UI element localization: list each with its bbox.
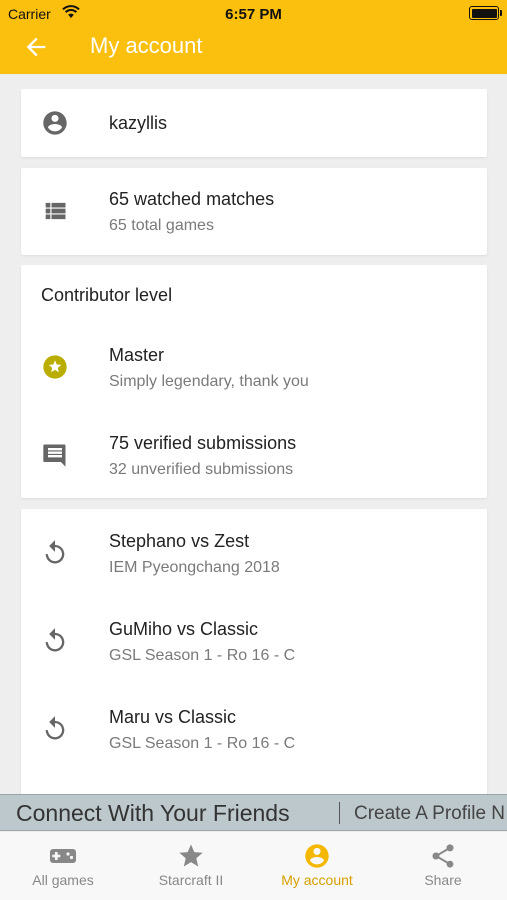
tab-all-games[interactable]: All games: [0, 832, 126, 900]
contributor-level: Master: [109, 345, 165, 365]
back-arrow-icon[interactable]: [22, 33, 50, 61]
contributor-level-desc: Simply legendary, thank you: [109, 373, 309, 390]
tab-share[interactable]: Share: [380, 832, 506, 900]
watched-matches: 65 watched matches: [109, 189, 275, 209]
account-circle-icon: [43, 111, 67, 135]
contributor-card: Contributor level Master Simply legendar…: [21, 265, 487, 498]
tab-my-account[interactable]: My account: [254, 832, 380, 900]
match-event: IEM Pyeongchang 2018: [109, 559, 280, 576]
share-icon: [432, 844, 454, 868]
list-item[interactable]: Maru vs Classic GSL Season 1 - Ro 16 - C: [21, 685, 487, 773]
profile-card[interactable]: kazyllis: [21, 89, 487, 157]
match-event: GSL Season 1 - Ro 16 - C: [109, 647, 296, 664]
verified-submissions: 75 verified submissions: [109, 433, 297, 453]
match-event: GSL Season 1 - Ro 16 - C: [109, 735, 296, 752]
app-header: Carrier 6:57 PM My account: [0, 0, 507, 74]
tab-bar: All games Starcraft II My account Share: [0, 832, 507, 900]
history-card: Stephano vs Zest IEM Pyeongchang 2018 Gu…: [21, 509, 487, 809]
list-icon: [45, 202, 66, 220]
banner-divider: [339, 802, 340, 824]
tab-label: My account: [281, 872, 353, 888]
banner-cta[interactable]: Create A Profile N: [354, 803, 505, 825]
match-title: Stephano vs Zest: [109, 531, 250, 551]
banner-text: Connect With Your Friends: [16, 800, 290, 826]
list-item[interactable]: GuMiho vs Classic GSL Season 1 - Ro 16 -…: [21, 597, 487, 685]
master-badge-icon: [43, 355, 67, 379]
replay-icon: [45, 540, 65, 564]
match-title: Maru vs Classic: [109, 707, 237, 727]
comment-icon: [43, 444, 66, 467]
matches-card[interactable]: 65 watched matches 65 total games: [21, 168, 487, 255]
replay-icon: [45, 628, 65, 652]
status-bar: Carrier 6:57 PM: [0, 0, 507, 27]
tab-label: Share: [424, 872, 462, 888]
tab-starcraft[interactable]: Starcraft II: [128, 832, 254, 900]
tab-label: Starcraft II: [158, 872, 224, 888]
gamepad-icon: [50, 849, 76, 863]
list-item[interactable]: Stephano vs Zest IEM Pyeongchang 2018: [21, 509, 487, 597]
unverified-submissions: 32 unverified submissions: [109, 461, 294, 478]
promo-banner[interactable]: Connect With Your Friends Create A Profi…: [0, 794, 507, 831]
status-time: 6:57 PM: [225, 6, 282, 23]
page-title: My account: [90, 33, 203, 58]
total-games: 65 total games: [109, 217, 214, 234]
contributor-heading: Contributor level: [41, 285, 173, 305]
username: kazyllis: [109, 113, 168, 133]
account-icon: [305, 844, 329, 868]
replay-icon: [45, 716, 65, 740]
tab-label: All games: [32, 872, 94, 888]
star-icon: [179, 844, 203, 867]
battery-icon: [469, 6, 502, 20]
app-bar: My account: [0, 27, 507, 74]
match-title: GuMiho vs Classic: [109, 619, 259, 639]
